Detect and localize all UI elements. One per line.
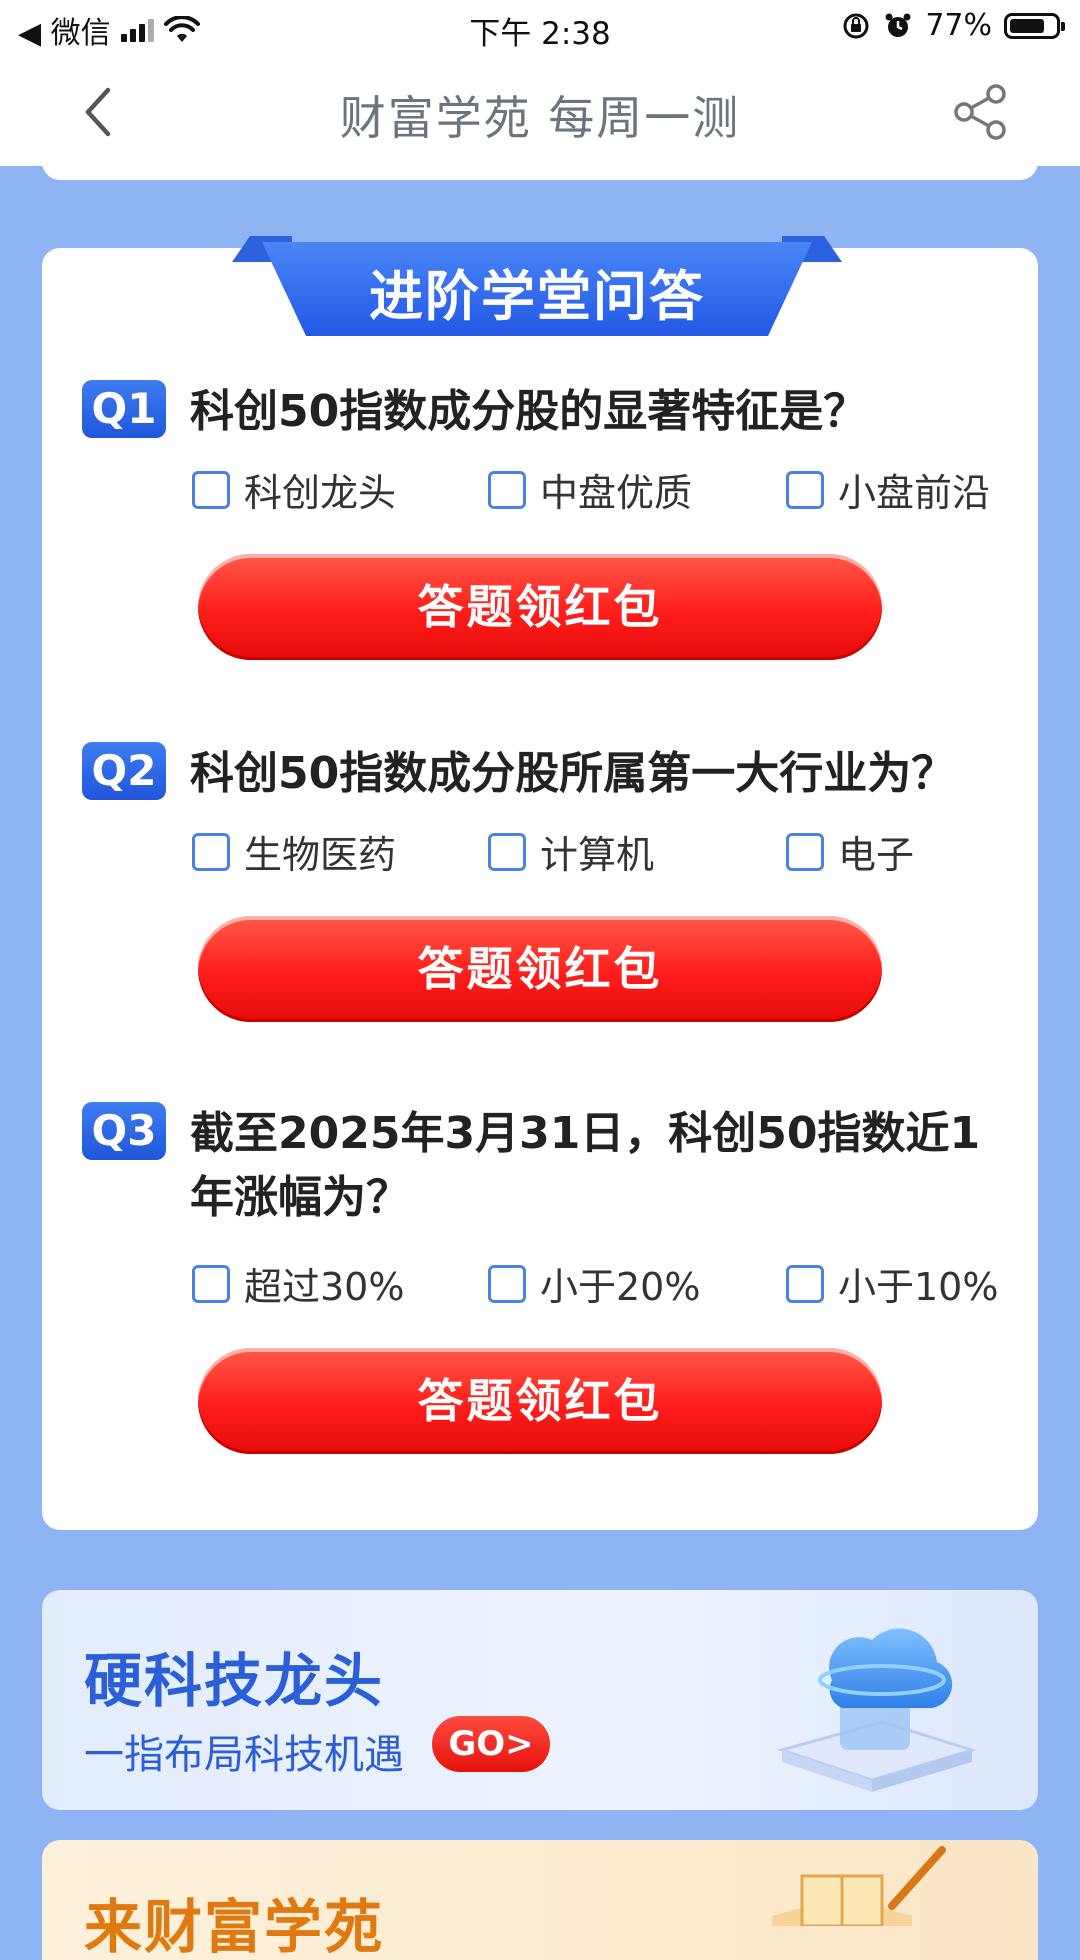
q2-option-3[interactable]: 电子 xyxy=(786,824,914,879)
checkbox[interactable] xyxy=(192,1264,230,1303)
q2-option-1[interactable]: 生物医药 xyxy=(192,824,396,879)
checkbox[interactable] xyxy=(192,832,230,871)
checkbox[interactable] xyxy=(786,470,824,509)
option-label: 中盘优质 xyxy=(540,471,693,515)
option-label: 小于20% xyxy=(540,1265,701,1309)
option-label: 电子 xyxy=(838,833,915,877)
option-label: 小于10% xyxy=(838,1265,999,1309)
q1-option-1[interactable]: 科创龙头 xyxy=(192,462,396,517)
option-label: 计算机 xyxy=(540,833,655,877)
q1-option-3[interactable]: 小盘前沿 xyxy=(786,462,990,517)
q3-option-2[interactable]: 小于20% xyxy=(488,1256,700,1311)
status-right: 77% xyxy=(841,8,1065,43)
q3-option-3[interactable]: 小于10% xyxy=(786,1256,998,1311)
share-icon[interactable] xyxy=(950,82,1010,142)
q3-option-1[interactable]: 超过30% xyxy=(192,1256,404,1311)
go-button[interactable]: GO> xyxy=(432,1716,550,1772)
promo-heading: 硬科技龙头 xyxy=(84,1647,385,1715)
book-pen-illustration xyxy=(772,1846,946,1926)
q1-option-2[interactable]: 中盘优质 xyxy=(488,462,692,517)
option-label: 科创龙头 xyxy=(244,471,397,515)
option-label: 小盘前沿 xyxy=(838,471,991,515)
checkbox[interactable] xyxy=(786,832,824,871)
option-label: 生物医药 xyxy=(244,833,397,877)
q1-badge: Q1 xyxy=(82,380,166,438)
checkbox[interactable] xyxy=(488,470,526,509)
checkbox[interactable] xyxy=(488,832,526,871)
q1-text: 科创50指数成分股的显著特征是？ xyxy=(190,386,868,437)
checkbox[interactable] xyxy=(786,1264,824,1303)
battery-percent: 77% xyxy=(925,8,992,43)
q2-answer-button[interactable]: 答题领红包 xyxy=(198,916,882,1022)
page-title: 财富学苑 每周一测 xyxy=(339,91,741,145)
checkbox[interactable] xyxy=(192,470,230,509)
q2-badge: Q2 xyxy=(82,742,166,800)
q1-answer-button[interactable]: 答题领红包 xyxy=(198,554,882,660)
q2-text: 科创50指数成分股所属第一大行业为？ xyxy=(190,748,956,799)
status-bar: ◀ 微信 下午 2:38 77% xyxy=(0,0,1080,56)
promo-academy-card[interactable]: 来财富学苑 xyxy=(42,1840,1038,1960)
promo-hard-tech-card[interactable]: 硬科技龙头 一指布局科技机遇 GO> xyxy=(42,1590,1038,1810)
q2-option-2[interactable]: 计算机 xyxy=(488,824,654,879)
previous-card-bottom xyxy=(42,140,1038,180)
option-label: 超过30% xyxy=(244,1265,405,1309)
q3-text: 截至2025年3月31日，科创50指数近1年涨幅为？ xyxy=(190,1108,981,1223)
promo2-heading: 来财富学苑 xyxy=(84,1893,385,1960)
checkbox[interactable] xyxy=(488,1264,526,1303)
alarm-icon xyxy=(885,13,911,37)
promo-subtitle: 一指布局科技机遇 xyxy=(84,1732,404,1778)
q3-answer-button[interactable]: 答题领红包 xyxy=(198,1348,882,1454)
battery-icon xyxy=(1004,12,1065,39)
cloud-server-illustration xyxy=(776,1628,978,1792)
quiz-banner-title: 进阶学堂问答 xyxy=(369,265,705,328)
q3-badge: Q3 xyxy=(82,1102,166,1160)
orientation-lock-icon xyxy=(843,13,869,38)
